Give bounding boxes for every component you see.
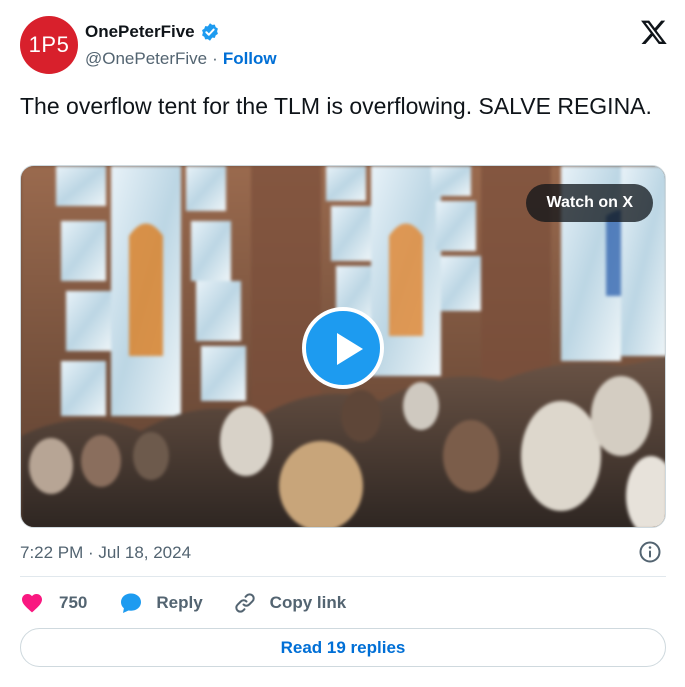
name-row: OnePeterFive [85, 22, 220, 42]
reply-label: Reply [156, 593, 203, 612]
copy-link-button[interactable]: Copy link [233, 591, 347, 615]
tweet-header: 1P5 OnePeterFive @OnePeterFive · Follow [20, 16, 670, 74]
like-count: 750 [59, 593, 88, 612]
heart-icon [22, 594, 42, 613]
separator: · [212, 49, 218, 68]
copy-link-label: Copy link [269, 593, 347, 612]
reply-button[interactable]: Reply [119, 591, 203, 615]
read-replies-button[interactable]: Read 19 replies [20, 628, 666, 667]
link-icon [235, 593, 255, 613]
follow-button[interactable]: Follow [223, 49, 277, 69]
info-icon[interactable] [638, 540, 662, 564]
handle-row: @OnePeterFive · Follow [85, 49, 277, 69]
watch-on-x-button[interactable]: Watch on X [526, 184, 653, 222]
meta-row: 7:22 PM · Jul 18, 2024 [20, 540, 666, 566]
avatar[interactable]: 1P5 [20, 16, 78, 74]
display-name[interactable]: OnePeterFive [85, 22, 195, 42]
x-logo-icon[interactable] [640, 18, 668, 46]
handle[interactable]: @OnePeterFive [85, 49, 207, 69]
action-bar: 750 Reply Copy link [20, 588, 346, 618]
reply-bubble-icon [121, 593, 142, 613]
divider [20, 576, 666, 577]
play-triangle [337, 333, 363, 365]
tweet-text: The overflow tent for the TLM is overflo… [20, 93, 652, 119]
verified-badge-icon [201, 23, 218, 41]
timestamp[interactable]: 7:22 PM · Jul 18, 2024 [20, 543, 191, 563]
video-media[interactable]: Watch on X [20, 165, 666, 528]
play-icon[interactable] [302, 307, 384, 389]
like-button[interactable]: 750 [20, 591, 87, 615]
